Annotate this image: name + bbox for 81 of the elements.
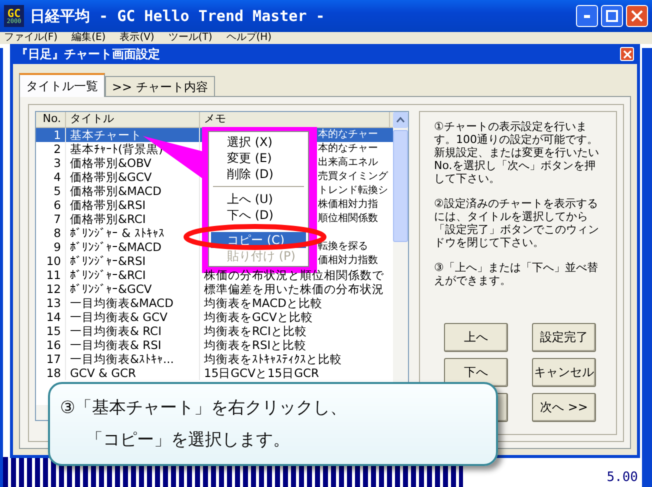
menu-item[interactable]: ヘルプ(H) [226, 32, 272, 44]
number-cell: 6 [36, 198, 66, 212]
title-cell[interactable]: ﾎﾞﾘﾝｼﾞｬｰ & ｽﾄｷｬｽ [66, 226, 200, 240]
memo-cell-text: 標準偏差を用いた株価の分布状況 [203, 282, 385, 296]
memo-cell-text: 均衡表をRSIと比較 [203, 338, 308, 352]
menu-item[interactable]: ファイル(F) [4, 32, 58, 44]
number-cell: 2 [36, 142, 66, 156]
memo-cell-text: 15日GCVと15日GCR [203, 366, 320, 380]
maximize-icon [606, 10, 618, 22]
title-cell[interactable]: ﾎﾞﾘﾝｼﾞｬｰ&GCV [66, 282, 200, 296]
menu-item[interactable]: 選択 (X) [211, 134, 306, 150]
menu-item[interactable]: 下へ (D) [211, 207, 306, 223]
tab[interactable]: >> チャート内容 [105, 76, 215, 96]
memo-cell: 出来高エネル [317, 156, 378, 170]
instruction-text: 「コピー」を選択します。 [85, 429, 290, 452]
number-cell: 1 [36, 128, 66, 142]
window-title: 日経平均 - GC Hello Trend Master - [30, 6, 326, 26]
menu-item[interactable]: 変更 (E) [211, 150, 306, 166]
title-cell[interactable]: 価格帯別&RSI [66, 198, 200, 212]
memo-cell: 売買タイミング [317, 170, 388, 184]
tab[interactable]: タイトル一覧 [19, 73, 105, 97]
help-text: ③「上へ」または「下へ」並べ替えができます。 [434, 261, 599, 287]
number-cell: 11 [36, 268, 66, 282]
number-cell: 9 [36, 240, 66, 254]
number-cell: 3 [36, 156, 66, 170]
number-cell: 12 [36, 282, 66, 296]
help-text: ①チャートの表示設定を行います。100通りの設定が可能です。新規設定、または変更を行いたいNo.を選択し「次へ」ボタンを押して下さい。 [434, 120, 600, 185]
number-cell: 17 [36, 352, 66, 366]
memo-cell-text: 均衡表をRCIと比較 [203, 324, 308, 338]
memo-cell: 本的なチャー [317, 142, 378, 156]
number-cell: 10 [36, 254, 66, 268]
number-cell: 15 [36, 324, 66, 338]
number-cell: 16 [36, 338, 66, 352]
memo-cell: 本的なチャー [317, 128, 378, 142]
title-cell[interactable]: GCV & GCR [66, 366, 200, 380]
title-cell[interactable]: 一目均衡表&MACD [66, 296, 200, 310]
number-cell: 14 [36, 310, 66, 324]
close-button[interactable] [626, 5, 648, 27]
minimize-button[interactable] [576, 5, 598, 27]
title-cell[interactable]: 価格帯別&RCI [66, 212, 200, 226]
help-text: ②設定済みのチャートを表示するには、タイトルを選択してから「設定完了」ボタンでこのウィンドウを閉じて下さい。 [434, 197, 600, 249]
menu-item[interactable]: 削除 (D) [211, 166, 306, 182]
number-cell: 7 [36, 212, 66, 226]
dialog-title: 『日足』チャート画面設定 [16, 46, 160, 62]
memo-cell: 順位相関係数 [317, 212, 378, 226]
title-cell[interactable]: ﾎﾞﾘﾝｼﾞｬｰ&MACD [66, 240, 200, 254]
close-icon [631, 10, 643, 22]
close-button[interactable] [620, 47, 634, 61]
minimize-icon [584, 14, 590, 18]
title-cell[interactable]: 一目均衡表& RSI [66, 338, 200, 352]
dialog-button[interactable]: キャンセル [532, 358, 596, 387]
title-cell[interactable]: 一目均衡表& RCI [66, 324, 200, 338]
dialog-button[interactable]: 上へ [444, 323, 508, 352]
number-cell: 8 [36, 226, 66, 240]
title-cell[interactable]: ﾎﾞﾘﾝｼﾞｬｰ&RSI [66, 254, 200, 268]
dialog-button[interactable]: 次へ >> [532, 393, 596, 422]
column-header[interactable]: タイトル [66, 112, 200, 127]
menu-item[interactable]: 上へ (U) [211, 191, 306, 207]
column-header[interactable]: No. [36, 112, 66, 127]
memo-cell-text: 均衡表をMACDと比較 [203, 296, 324, 310]
number-cell: 13 [36, 296, 66, 310]
number-cell: 4 [36, 170, 66, 184]
dialog-button[interactable]: 設定完了 [532, 323, 596, 352]
menu-item[interactable]: 表示(V) [120, 32, 154, 44]
menu-item[interactable]: ツール(T) [168, 32, 212, 44]
maximize-button[interactable] [601, 5, 623, 27]
menu-item[interactable]: 編集(E) [72, 32, 106, 44]
instruction-text: ③「基本チャート」を右クリックし、 [60, 397, 348, 420]
memo-cell-text: 均衡表をｽﾄｷｬｽﾃｨｸｽと比較 [203, 352, 343, 366]
memo-cell: トレンド転換シ [317, 184, 388, 198]
chart-value-label: 5.00 [606, 470, 638, 485]
memo-cell-text: 均衡表をGCVと比較 [203, 310, 314, 324]
title-cell[interactable]: 一目均衡表& GCV [66, 310, 200, 324]
title-cell[interactable]: ﾎﾞﾘﾝｼﾞｬｰ&RCI [66, 268, 200, 282]
memo-cell: 株価相対力指 [317, 198, 378, 212]
scroll-up-icon [396, 117, 405, 123]
memo-cell: 価相対力指数 [317, 254, 378, 268]
number-cell: 18 [36, 366, 66, 380]
title-cell[interactable]: 一目均衡表&ｽﾄｷｬ... [66, 352, 200, 366]
number-cell: 5 [36, 184, 66, 198]
title-cell[interactable]: 価格帯別&MACD [66, 184, 200, 198]
